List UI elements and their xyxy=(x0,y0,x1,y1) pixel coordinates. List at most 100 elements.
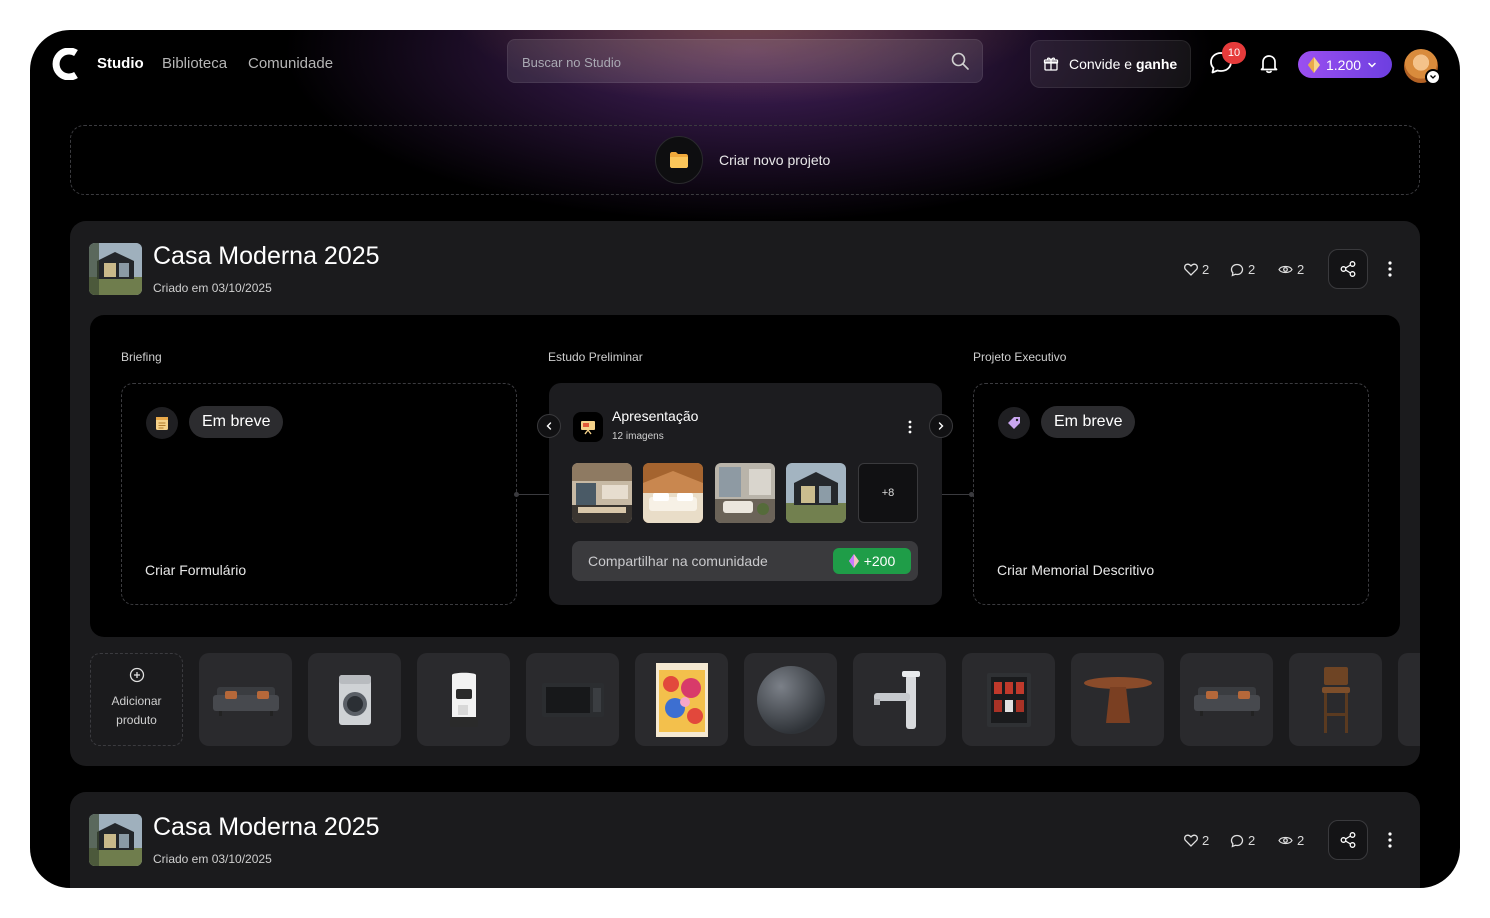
add-product-button[interactable]: Adicionar produto xyxy=(90,653,183,746)
presentation-icon xyxy=(581,421,595,435)
product-partial[interactable] xyxy=(1398,653,1420,746)
share-community-button[interactable]: Compartilhar na comunidade +200 xyxy=(572,541,918,581)
search-icon[interactable] xyxy=(950,51,970,71)
likes-stat[interactable]: 2 xyxy=(1184,833,1209,848)
house-image xyxy=(786,463,846,523)
share-button[interactable] xyxy=(1328,820,1368,860)
presentation-image-house[interactable] xyxy=(786,463,846,523)
kitchen-image xyxy=(572,463,632,523)
invite-label-bold: ganhe xyxy=(1135,56,1178,72)
views-stat[interactable]: 2 xyxy=(1278,262,1304,277)
nav-comunidade[interactable]: Comunidade xyxy=(248,55,333,72)
nav-biblioteca[interactable]: Biblioteca xyxy=(162,55,227,72)
project-thumbnail[interactable] xyxy=(89,243,142,295)
product-sphere[interactable] xyxy=(744,653,837,746)
views-count: 2 xyxy=(1297,262,1305,277)
project-title[interactable]: Casa Moderna 2025 xyxy=(153,813,380,842)
more-vertical-icon xyxy=(1388,832,1392,848)
product-microwave[interactable] xyxy=(526,653,619,746)
project-date: Criado em 03/10/2025 xyxy=(153,852,272,866)
project-date: Criado em 03/10/2025 xyxy=(153,281,272,295)
create-project-area[interactable]: Criar novo projeto xyxy=(70,125,1420,195)
briefing-stage-box[interactable]: Em breve Criar Formulário xyxy=(121,383,517,605)
living-room-image xyxy=(715,463,775,523)
product-sofa[interactable] xyxy=(199,653,292,746)
stage-label-preliminar: Estudo Preliminar xyxy=(548,350,643,364)
chevron-down-icon xyxy=(1430,75,1436,79)
views-count: 2 xyxy=(1297,833,1305,848)
project-card: Casa Moderna 2025 Criado em 03/10/2025 2… xyxy=(70,792,1420,888)
project-title[interactable]: Casa Moderna 2025 xyxy=(153,242,380,271)
share-icon xyxy=(1340,261,1356,277)
presentation-image-kitchen[interactable] xyxy=(572,463,632,523)
invite-label: Convide e xyxy=(1069,56,1133,72)
product-wine-fridge[interactable] xyxy=(962,653,1055,746)
microwave-icon xyxy=(541,682,604,717)
executivo-stage-box[interactable]: Em breve Criar Memorial Descritivo xyxy=(973,383,1369,605)
tag-icon xyxy=(1008,417,1020,429)
presentation-icon-box xyxy=(573,412,603,442)
preliminar-stage-card: Apresentação 12 imagens +8 Compartilhar … xyxy=(549,383,942,605)
share-icon xyxy=(1340,832,1356,848)
likes-stat[interactable]: 2 xyxy=(1184,262,1209,277)
credits-value: 1.200 xyxy=(1326,56,1362,73)
comments-stat[interactable]: 2 xyxy=(1230,833,1255,848)
executivo-icon-button xyxy=(998,407,1030,439)
studio-logo-icon[interactable] xyxy=(52,48,84,80)
round-table-icon xyxy=(1083,676,1152,723)
avatar-dropdown[interactable] xyxy=(1425,69,1441,85)
project-more-menu[interactable] xyxy=(1382,828,1398,852)
product-washing-machine[interactable] xyxy=(308,653,401,746)
stage-connector xyxy=(517,494,549,495)
bell-icon[interactable] xyxy=(1257,51,1281,75)
reward-badge: +200 xyxy=(833,548,911,574)
nav-studio[interactable]: Studio xyxy=(97,55,144,72)
presentation-image-living-room[interactable] xyxy=(715,463,775,523)
likes-count: 2 xyxy=(1202,833,1210,848)
project-more-menu[interactable] xyxy=(1382,257,1398,281)
create-memorial-link[interactable]: Criar Memorial Descritivo xyxy=(997,562,1154,578)
product-round-table[interactable] xyxy=(1071,653,1164,746)
product-coffee-machine[interactable] xyxy=(417,653,510,746)
views-stat[interactable]: 2 xyxy=(1278,833,1304,848)
share-button[interactable] xyxy=(1328,249,1368,289)
stage-label-briefing: Briefing xyxy=(121,350,162,364)
diamond-icon xyxy=(1308,56,1320,73)
more-vertical-icon xyxy=(1388,261,1392,277)
house-thumbnail xyxy=(89,243,142,295)
invite-button[interactable]: Convide e ganhe xyxy=(1030,40,1191,88)
presentation-title[interactable]: Apresentação xyxy=(612,408,698,424)
presentation-more-images[interactable]: +8 xyxy=(858,463,918,523)
product-faucet[interactable] xyxy=(853,653,946,746)
presentation-image-bedroom[interactable] xyxy=(643,463,703,523)
notepad-icon xyxy=(156,417,168,430)
likes-count: 2 xyxy=(1202,262,1210,277)
briefing-icon-button xyxy=(146,407,178,439)
product-sofa[interactable] xyxy=(1180,653,1273,746)
chevron-left-icon xyxy=(546,422,552,430)
eye-icon xyxy=(1278,836,1293,845)
heart-icon xyxy=(1184,834,1198,847)
connector-dot xyxy=(514,492,519,497)
product-bar-stool[interactable] xyxy=(1289,653,1382,746)
stage-label-executivo: Projeto Executivo xyxy=(973,350,1067,364)
executivo-status-badge: Em breve xyxy=(1041,406,1136,438)
search-input[interactable] xyxy=(522,52,942,72)
notification-badge: 10 xyxy=(1222,42,1246,64)
eye-icon xyxy=(1278,265,1293,274)
create-form-link[interactable]: Criar Formulário xyxy=(145,562,246,578)
comments-stat[interactable]: 2 xyxy=(1230,262,1255,277)
product-poster[interactable] xyxy=(635,653,728,746)
carousel-prev-button[interactable] xyxy=(537,414,561,438)
create-project-label: Criar novo projeto xyxy=(719,152,831,168)
comments-count: 2 xyxy=(1248,833,1256,848)
credits-button[interactable]: 1.200 xyxy=(1298,51,1392,78)
project-card: Casa Moderna 2025 Criado em 03/10/2025 2… xyxy=(70,221,1420,766)
carousel-next-button[interactable] xyxy=(929,414,953,438)
washing-machine-icon xyxy=(338,674,371,725)
presentation-more-menu[interactable] xyxy=(903,417,917,437)
project-thumbnail[interactable] xyxy=(89,814,142,866)
search-bar[interactable] xyxy=(507,39,983,83)
create-project-button[interactable] xyxy=(655,136,703,184)
gift-icon xyxy=(1043,57,1059,71)
